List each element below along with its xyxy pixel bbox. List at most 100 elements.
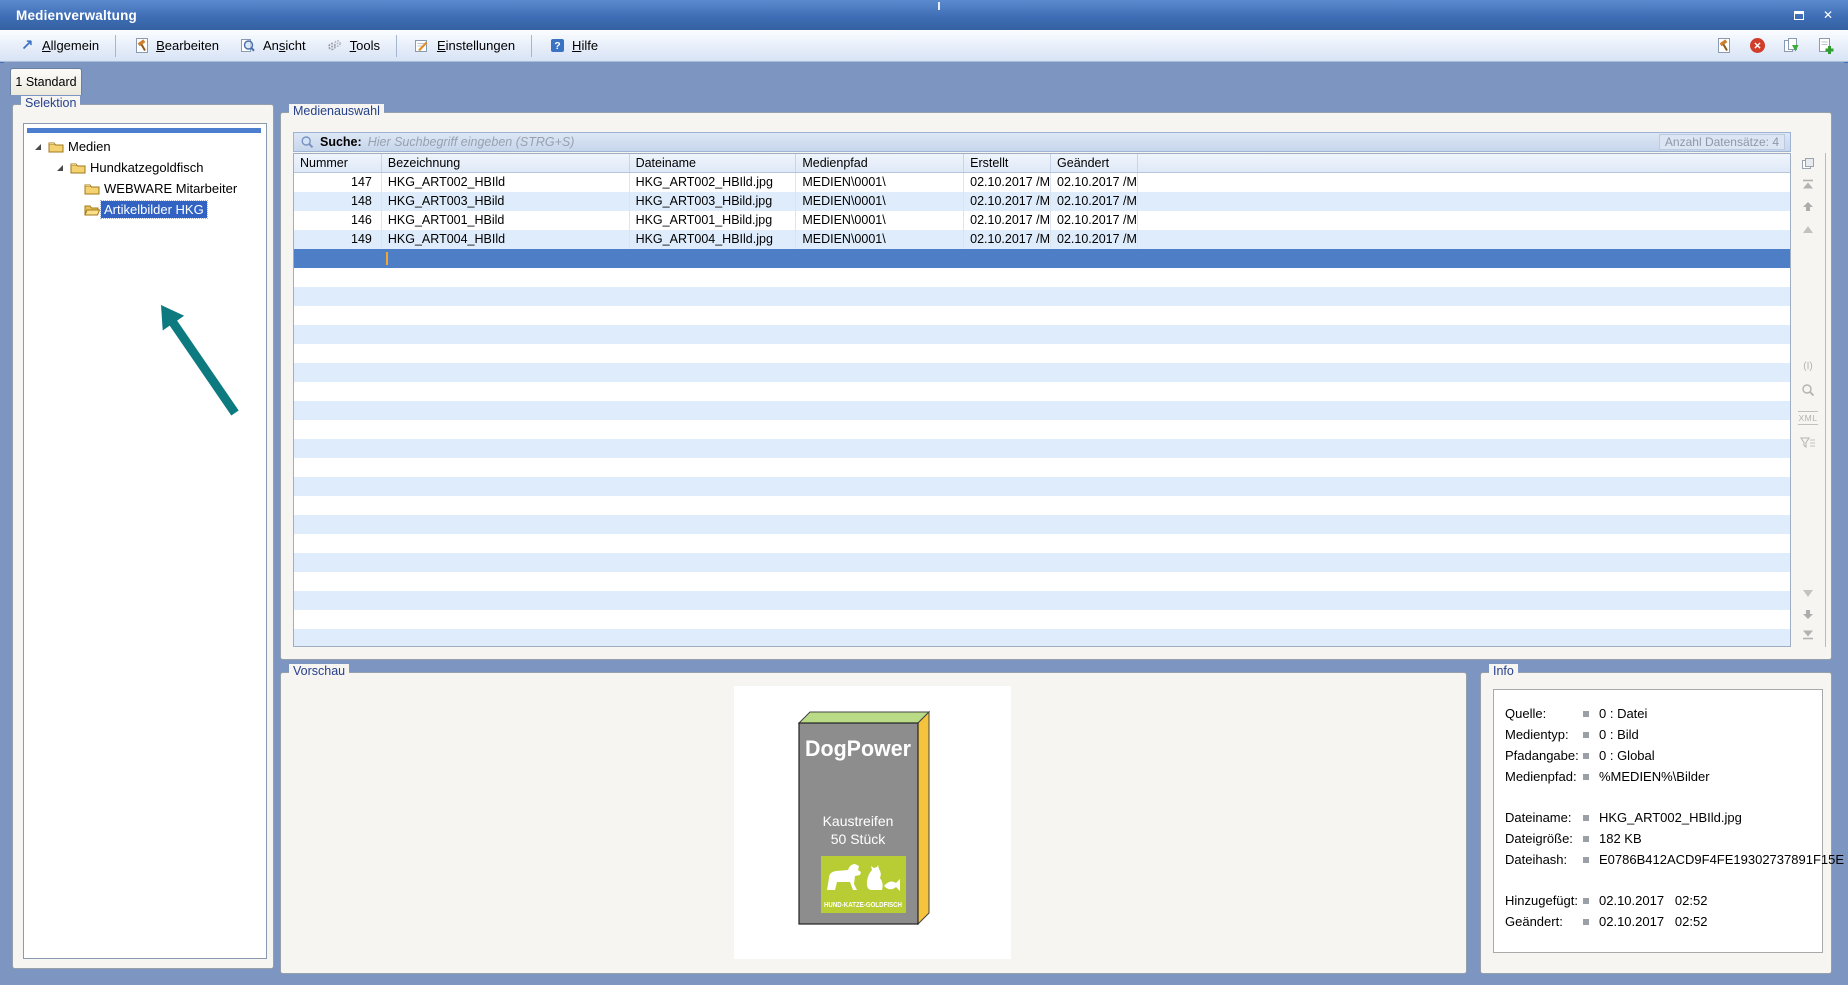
delete-icon[interactable]: ✕	[1748, 37, 1766, 54]
tree-expander-icon[interactable]	[32, 141, 44, 153]
table-row-empty[interactable]	[294, 496, 1790, 515]
svg-text:DogPower: DogPower	[805, 736, 911, 761]
cell-erstellt: 02.10.2017 /Mo	[964, 211, 1051, 230]
column-header-nummer[interactable]: Nummer	[294, 154, 382, 172]
table-row-empty[interactable]	[294, 515, 1790, 534]
table-row[interactable]: 148HKG_ART003_HBildHKG_ART003_HBild.jpgM…	[294, 192, 1790, 211]
cell-bezeichnung: HKG_ART004_HBIld	[382, 230, 630, 249]
table-row-empty[interactable]	[294, 477, 1790, 496]
filter-icon[interactable]	[1795, 437, 1821, 453]
info-field: Hinzugefügt:02.10.2017 02:52	[1494, 890, 1822, 911]
table-row-empty[interactable]	[294, 268, 1790, 287]
scroll-down-page-icon[interactable]	[1795, 589, 1821, 602]
tree-item-medien[interactable]: Medien	[24, 136, 266, 157]
cell-dateiname: HKG_ART001_HBild.jpg	[630, 211, 797, 230]
table-row-empty[interactable]	[294, 420, 1790, 439]
table-row-empty[interactable]	[294, 287, 1790, 306]
info-field: Medienpfad:%MEDIEN%\Bilder	[1494, 766, 1822, 787]
tab-page: 1 Standard Selektion MedienHundkatzegold…	[0, 63, 1848, 985]
table-row-empty[interactable]	[294, 382, 1790, 401]
table-row[interactable]: 146HKG_ART001_HBildHKG_ART001_HBild.jpgM…	[294, 211, 1790, 230]
table-row-empty[interactable]	[294, 534, 1790, 553]
table-row-empty[interactable]	[294, 610, 1790, 629]
scroll-top-icon[interactable]	[1795, 179, 1821, 194]
cell-geaendert: 02.10.2017 /Mo	[1051, 211, 1138, 230]
scroll-up-icon[interactable]	[1795, 201, 1821, 216]
table-row-empty[interactable]	[294, 553, 1790, 572]
table-row-empty[interactable]	[294, 458, 1790, 477]
column-header-geändert[interactable]: Geändert	[1051, 154, 1138, 172]
cell-filler	[1138, 173, 1790, 192]
table-row-selected[interactable]	[294, 249, 1790, 268]
record-indicator-icon[interactable]: (I)	[1795, 361, 1821, 373]
titlebar: Medienverwaltung ✕	[0, 0, 1848, 30]
tree-expander-icon[interactable]	[54, 162, 66, 174]
tree-item-webware-mitarbeiter[interactable]: WEBWARE Mitarbeiter	[24, 178, 266, 199]
tree-item-label[interactable]: Artikelbilder HKG	[101, 201, 207, 218]
bullet-icon	[1583, 898, 1589, 904]
menu-bearbeiten[interactable]: Bearbeiten	[122, 34, 229, 57]
info-field-label: Dateigröße:	[1505, 831, 1573, 846]
table-row-empty[interactable]	[294, 306, 1790, 325]
info-field-value: HKG_ART002_HBIld.jpg	[1599, 810, 1742, 825]
column-chooser-icon[interactable]	[1795, 157, 1821, 174]
tree-item-label[interactable]: Medien	[65, 138, 114, 155]
window-title: Medienverwaltung	[16, 8, 1780, 23]
close-button[interactable]: ✕	[1818, 6, 1838, 25]
table-row-empty[interactable]	[294, 325, 1790, 344]
search-input[interactable]: Hier Suchbegriff eingeben (STRG+S)	[368, 135, 1659, 149]
table-row[interactable]: 147HKG_ART002_HBIldHKG_ART002_HBIld.jpgM…	[294, 173, 1790, 192]
menu-ansicht[interactable]: Ansicht	[229, 34, 316, 57]
cell-bezeichnung: HKG_ART002_HBIld	[382, 173, 630, 192]
table-row-empty[interactable]	[294, 439, 1790, 458]
scroll-up-page-icon[interactable]	[1795, 225, 1821, 238]
cell-geaendert: 02.10.2017 /Mo	[1051, 230, 1138, 249]
table-row[interactable]: 149HKG_ART004_HBIldHKG_ART004_HBIld.jpgM…	[294, 230, 1790, 249]
info-field-label: Medientyp:	[1505, 727, 1569, 742]
table-row-empty[interactable]	[294, 363, 1790, 382]
table-row-empty[interactable]	[294, 572, 1790, 591]
tree-top-bar	[27, 128, 261, 133]
menu-hilfe[interactable]: ? Hilfe	[538, 34, 608, 57]
table-row-empty[interactable]	[294, 401, 1790, 420]
zoom-icon[interactable]	[1795, 383, 1821, 401]
scroll-down-icon[interactable]	[1795, 609, 1821, 624]
menu-allgemein[interactable]: ↗ Allgemein	[8, 34, 109, 57]
column-header-filler	[1138, 154, 1790, 172]
info-groupbox: Info Quelle:0 : DateiMedientyp:0 : BildP…	[1480, 672, 1832, 974]
column-header-medienpfad[interactable]: Medienpfad	[796, 154, 964, 172]
bullet-icon	[1583, 774, 1589, 780]
bullet-icon	[1583, 857, 1589, 863]
restore-button[interactable]	[1789, 6, 1809, 25]
toolbar-separator	[531, 35, 532, 57]
gears-icon	[326, 37, 344, 54]
bullet-icon	[1583, 815, 1589, 821]
info-field: Geändert:02.10.2017 02:52	[1494, 911, 1822, 932]
column-header-erstellt[interactable]: Erstellt	[964, 154, 1051, 172]
tree-item-label[interactable]: Hundkatzegoldfisch	[87, 159, 206, 176]
toolbar-separator	[115, 35, 116, 57]
add-document-icon[interactable]	[1816, 37, 1834, 54]
column-header-dateiname[interactable]: Dateiname	[630, 154, 797, 172]
edit-document-icon[interactable]	[1714, 37, 1732, 54]
xml-export-icon[interactable]: XML	[1795, 411, 1821, 425]
tree-item-hundkatzegoldfisch[interactable]: Hundkatzegoldfisch	[24, 157, 266, 178]
settings-page-icon	[413, 37, 431, 54]
screenshot-artifact	[938, 2, 940, 10]
table-row-empty[interactable]	[294, 591, 1790, 610]
menu-tools[interactable]: Tools	[316, 34, 390, 57]
cell-bezeichnung: HKG_ART003_HBild	[382, 192, 630, 211]
menu-einstellungen[interactable]: Einstellungen	[403, 34, 525, 57]
info-field-label: Hinzugefügt:	[1505, 893, 1578, 908]
tree-item-label[interactable]: WEBWARE Mitarbeiter	[101, 180, 240, 197]
table-row-empty[interactable]	[294, 344, 1790, 363]
bullet-icon	[1583, 836, 1589, 842]
tree-item-artikelbilder-hkg[interactable]: Artikelbilder HKG	[24, 199, 266, 220]
tab-standard[interactable]: 1 Standard	[10, 68, 82, 95]
table-row-empty[interactable]	[294, 629, 1790, 647]
info-panel: Quelle:0 : DateiMedientyp:0 : BildPfadan…	[1493, 689, 1823, 953]
copy-icon[interactable]	[1782, 37, 1800, 54]
column-header-bezeichnung[interactable]: Bezeichnung	[382, 154, 630, 172]
svg-text:✕: ✕	[1754, 41, 1762, 52]
scroll-bottom-icon[interactable]	[1795, 629, 1821, 644]
